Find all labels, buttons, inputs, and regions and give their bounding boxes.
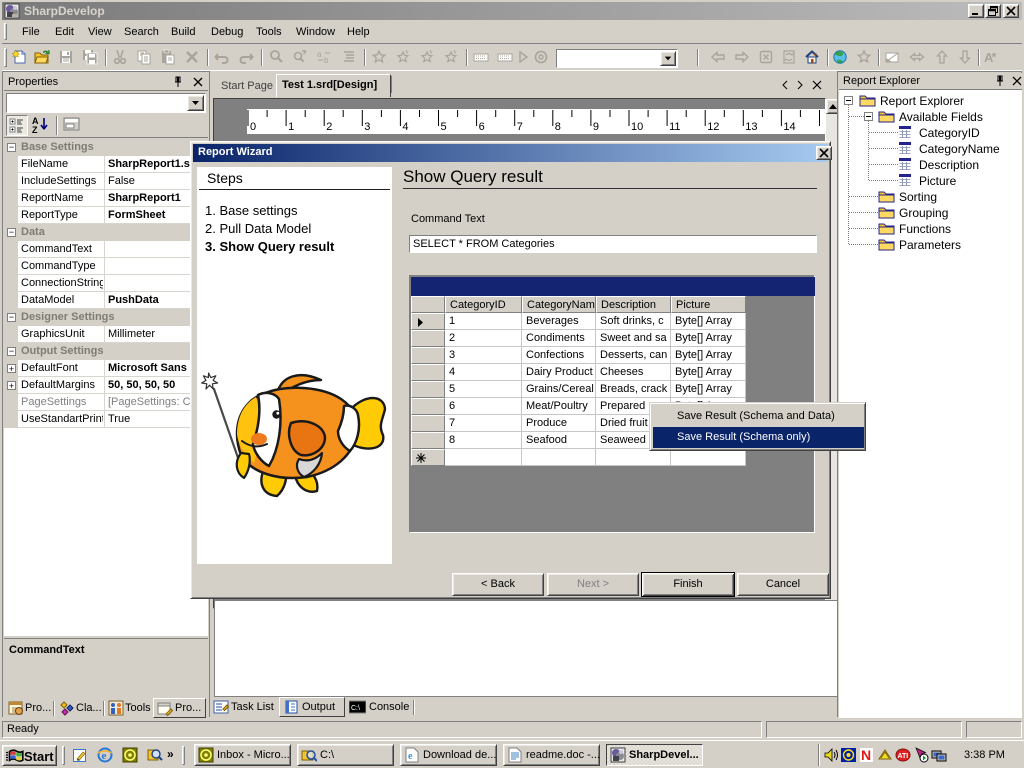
svg-text:1: 1	[288, 121, 294, 133]
svg-text:C:\: C:\	[351, 705, 360, 712]
svg-text:13: 13	[745, 121, 757, 133]
svg-text:7: 7	[517, 121, 523, 133]
svg-text:A: A	[984, 50, 994, 65]
svg-text:14: 14	[783, 121, 795, 133]
svg-text:ATI: ATI	[898, 753, 909, 760]
svg-text:Z: Z	[32, 125, 38, 134]
svg-text:N: N	[861, 747, 871, 763]
svg-text:e: e	[408, 751, 413, 762]
svg-text:9: 9	[593, 121, 599, 133]
svg-text:a: a	[317, 50, 322, 59]
svg-text:2: 2	[326, 121, 332, 133]
svg-text:b: b	[324, 56, 329, 65]
svg-text:12: 12	[707, 121, 719, 133]
svg-text:8: 8	[555, 121, 561, 133]
svg-text:3: 3	[364, 121, 370, 133]
svg-text:6: 6	[479, 121, 485, 133]
svg-text:5: 5	[441, 121, 447, 133]
svg-text:10: 10	[631, 121, 643, 133]
svg-text:4: 4	[402, 121, 408, 133]
svg-text:0: 0	[250, 121, 256, 133]
svg-text:11: 11	[669, 121, 680, 133]
